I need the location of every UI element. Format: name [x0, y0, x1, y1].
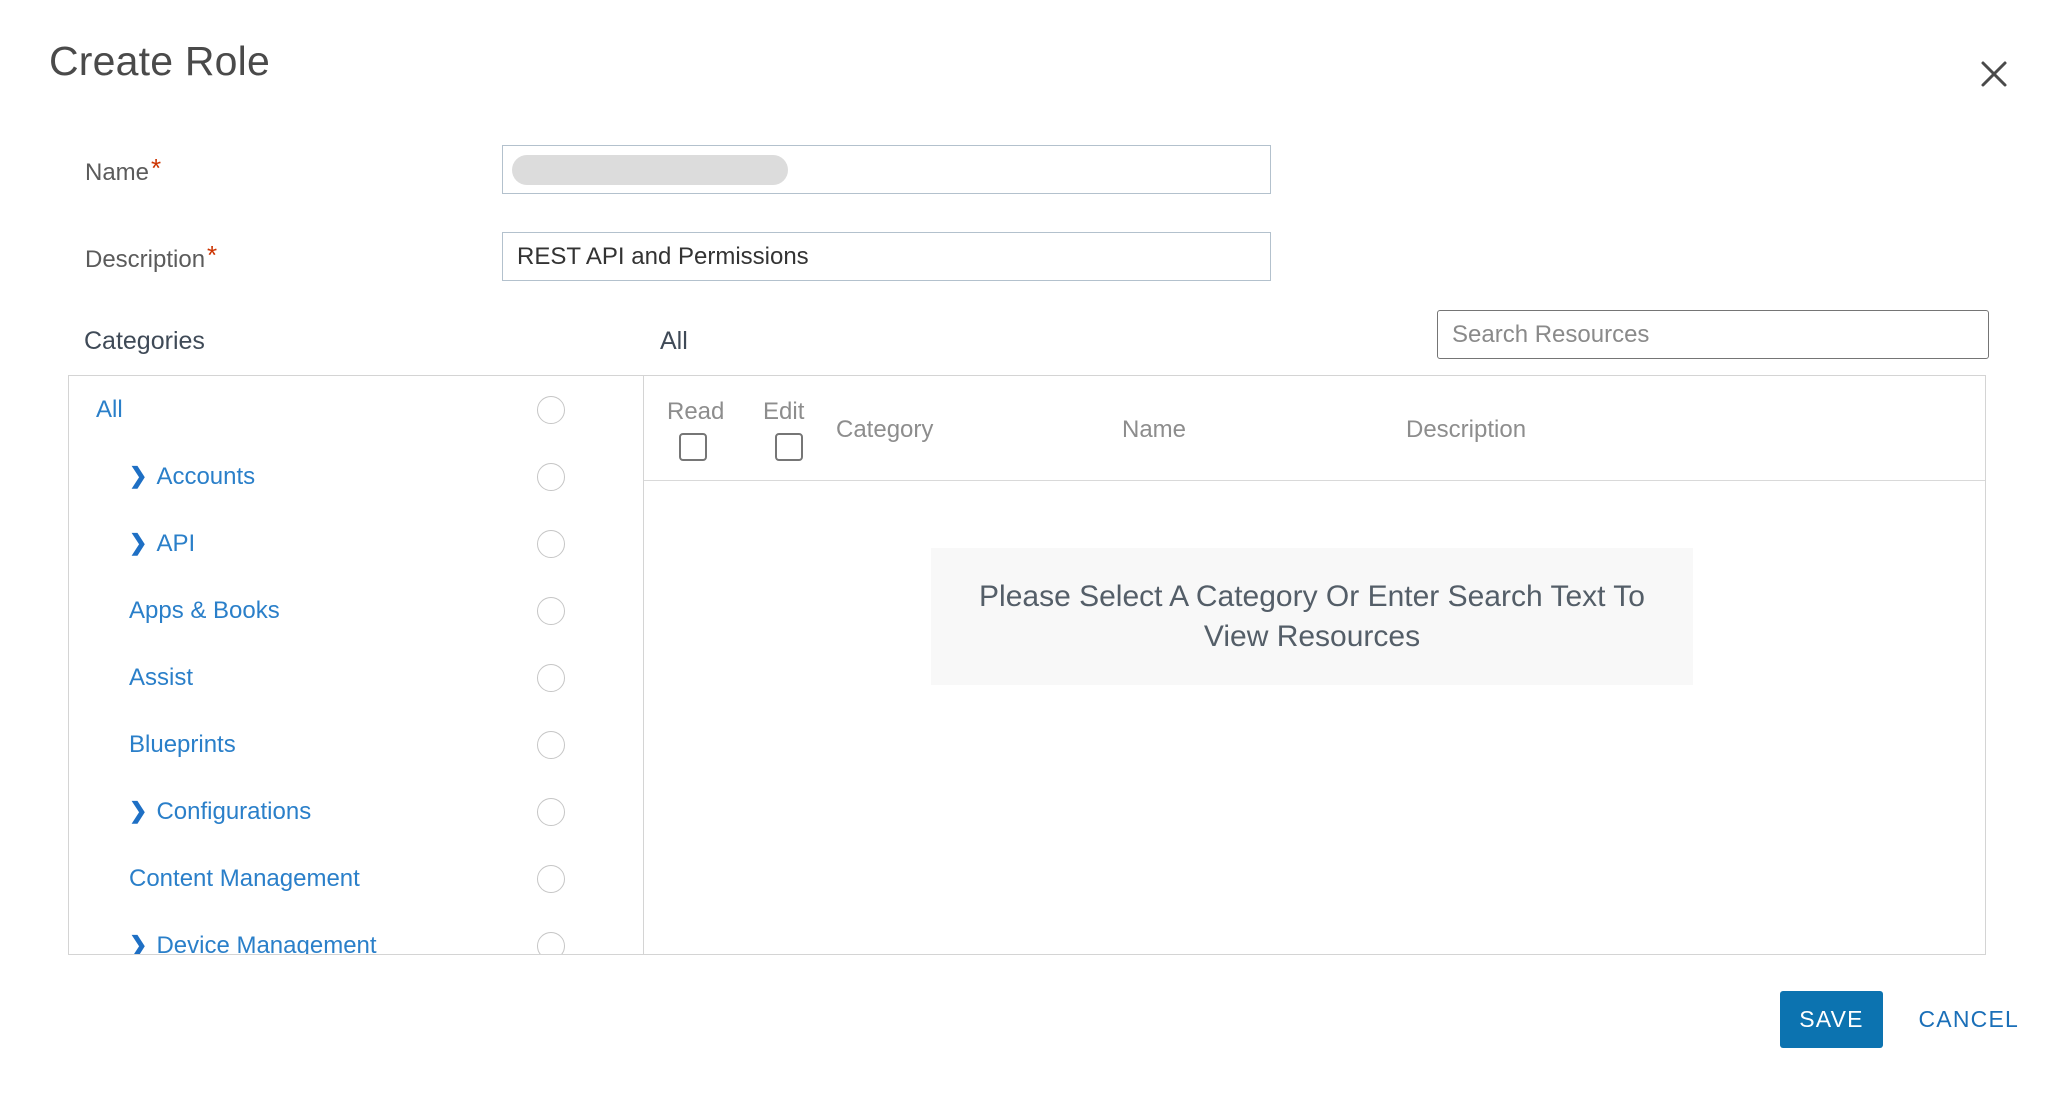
resources-panels: All ❯ Accounts ❯ API Apps & Books Assist Bluepr… — [68, 375, 1986, 955]
close-icon[interactable] — [1968, 48, 2020, 100]
resources-panel: Read Edit Category Name Description Plea… — [644, 376, 1985, 954]
category-item-label: Assist — [69, 664, 193, 692]
name-field-row: Name* — [0, 145, 2048, 201]
empty-state-message: Please Select A Category Or Enter Search… — [931, 548, 1693, 685]
save-button[interactable]: SAVE — [1780, 991, 1883, 1048]
name-label: Name* — [85, 158, 161, 187]
category-item-label: ❯ Device Management — [69, 932, 377, 955]
category-radio[interactable] — [537, 664, 565, 692]
name-required-marker: * — [151, 153, 161, 183]
cancel-button[interactable]: CANCEL — [1918, 991, 2019, 1048]
search-resources-input[interactable] — [1437, 310, 1989, 359]
category-item-text: Device Management — [156, 932, 376, 955]
category-item-text: Assist — [129, 664, 193, 692]
description-field-row: Description* — [0, 232, 2048, 288]
category-item[interactable]: ❯ Configurations — [69, 778, 643, 845]
name-label-text: Name — [85, 159, 149, 186]
dialog-header: Create Role — [0, 0, 2048, 110]
all-heading: All — [660, 327, 688, 356]
description-input[interactable] — [502, 232, 1271, 281]
categories-list: All ❯ Accounts ❯ API Apps & Books Assist Bluepr… — [69, 376, 643, 954]
column-header-category: Category — [836, 416, 933, 444]
category-item-text: Apps & Books — [129, 597, 280, 625]
category-item-text: Content Management — [129, 865, 360, 893]
category-radio[interactable] — [537, 463, 565, 491]
category-item-label: ❯ Accounts — [69, 463, 255, 491]
category-item-text: Blueprints — [129, 731, 236, 759]
chevron-right-icon[interactable]: ❯ — [129, 800, 147, 822]
category-item[interactable]: ❯ Accounts — [69, 443, 643, 510]
column-header-description: Description — [1406, 416, 1526, 444]
category-radio[interactable] — [537, 932, 565, 955]
category-item-label: ❯ API — [69, 530, 195, 558]
category-item[interactable]: Blueprints — [69, 711, 643, 778]
description-label-text: Description — [85, 246, 205, 273]
column-header-edit: Edit — [763, 398, 804, 426]
category-radio[interactable] — [537, 731, 565, 759]
select-all-read-checkbox[interactable] — [679, 433, 707, 461]
categories-panel: All ❯ Accounts ❯ API Apps & Books Assist Bluepr… — [69, 376, 644, 954]
category-item-label: ❯ Configurations — [69, 798, 311, 826]
category-radio[interactable] — [537, 396, 565, 424]
create-role-dialog: Create Role Name* Description* Categorie… — [0, 0, 2048, 1110]
description-required-marker: * — [207, 240, 217, 270]
page-title: Create Role — [49, 41, 270, 82]
column-header-read: Read — [667, 398, 724, 426]
dialog-footer: SAVE CANCEL — [0, 955, 2048, 1110]
category-item[interactable]: Content Management — [69, 845, 643, 912]
category-radio[interactable] — [537, 597, 565, 625]
column-header-name: Name — [1122, 416, 1186, 444]
category-radio[interactable] — [537, 798, 565, 826]
chevron-right-icon[interactable]: ❯ — [129, 934, 147, 955]
category-radio[interactable] — [537, 530, 565, 558]
name-input[interactable] — [502, 145, 1271, 194]
category-item[interactable]: Apps & Books — [69, 577, 643, 644]
category-radio[interactable] — [537, 865, 565, 893]
category-item-text: All — [96, 396, 123, 424]
resource-table-header: Read Edit Category Name Description — [644, 376, 1985, 481]
chevron-right-icon[interactable]: ❯ — [129, 532, 147, 554]
category-item[interactable]: ❯ Device Management — [69, 912, 643, 954]
select-all-edit-checkbox[interactable] — [775, 433, 803, 461]
category-item-label: Blueprints — [69, 731, 236, 759]
resource-table-body: Please Select A Category Or Enter Search… — [644, 481, 1985, 954]
category-item-text: Accounts — [156, 463, 255, 491]
category-item-label: Apps & Books — [69, 597, 280, 625]
close-x-icon — [1979, 59, 2009, 89]
category-item[interactable]: All — [69, 376, 643, 443]
category-item-text: API — [156, 530, 195, 558]
category-item-label: Content Management — [69, 865, 360, 893]
category-item-text: Configurations — [156, 798, 311, 826]
category-item[interactable]: Assist — [69, 644, 643, 711]
category-item-label: All — [69, 396, 123, 424]
description-label: Description* — [85, 245, 217, 274]
category-item[interactable]: ❯ API — [69, 510, 643, 577]
chevron-right-icon[interactable]: ❯ — [129, 465, 147, 487]
categories-heading: Categories — [84, 327, 205, 356]
